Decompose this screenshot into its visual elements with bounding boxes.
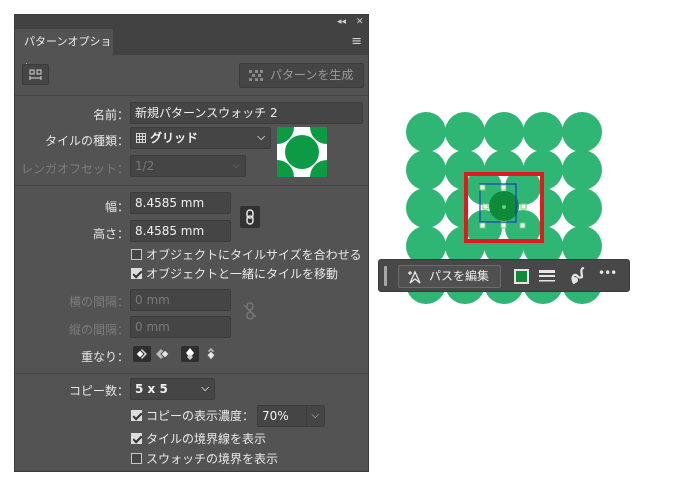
tile-type-label: タイルの種類： xyxy=(44,134,129,148)
edit-path-button[interactable]: パスを編集 xyxy=(398,265,501,288)
height-label: 高さ： xyxy=(92,227,129,241)
checkbox-box xyxy=(131,453,142,464)
dim-copies-label: コピーの表示濃度： xyxy=(146,409,255,423)
brick-offset-select[interactable]: 1/2 ⌵ xyxy=(130,155,246,177)
name-field[interactable]: 新規パターンスウォッチ 2 xyxy=(130,102,363,124)
copies-label: コピー数： xyxy=(68,384,129,398)
fill-color-swatch[interactable] xyxy=(514,269,529,284)
pattern-tile-center[interactable] xyxy=(466,169,541,246)
edit-path-label: パスを編集 xyxy=(429,269,490,283)
v-spacing-label: 縦の間隔： xyxy=(68,323,129,337)
brick-offset-label: レンガオフセット： xyxy=(20,162,129,176)
divider xyxy=(15,95,368,96)
panel-menu-icon[interactable]: ≡ xyxy=(351,34,362,49)
link-icon xyxy=(246,209,254,225)
overlap-bottom-front-button[interactable] xyxy=(202,346,220,362)
divider xyxy=(15,373,368,374)
more-options-icon[interactable]: ••• xyxy=(598,266,617,280)
generate-pattern-icon xyxy=(249,70,263,81)
chevron-down-icon: ⌵ xyxy=(232,160,240,171)
tab-pattern-options[interactable]: パターンオプション xyxy=(15,29,113,74)
link-proportions-button[interactable] xyxy=(240,206,260,228)
checkbox-box xyxy=(131,433,142,444)
name-label: 名前： xyxy=(92,108,129,122)
stroke-weight-icon[interactable] xyxy=(539,269,555,286)
panel-tabbar: パターンオプション ≡ xyxy=(15,29,368,74)
overlap-right-icon xyxy=(156,349,170,359)
overlap-top-front-button[interactable] xyxy=(181,346,199,362)
generate-pattern-button[interactable]: パターンを生成 xyxy=(239,63,364,88)
chevron-down-icon: ⌵ xyxy=(257,132,265,143)
pattern-options-panel: ◂◂ ✕ パターンオプション ≡ パターンを生成 名前： 新規パターンスウォッチ… xyxy=(14,14,369,472)
h-spacing-field[interactable]: 0 mm xyxy=(130,289,231,311)
overlap-label: 重なり： xyxy=(80,350,129,364)
checkbox-box xyxy=(131,410,142,421)
fit-tile-checkbox[interactable]: オブジェクトにタイルサイズを合わせる xyxy=(131,248,362,262)
width-field[interactable]: 8.4585 mm xyxy=(130,192,231,214)
chevron-down-icon: ⌵ xyxy=(201,383,209,394)
divider xyxy=(15,185,368,186)
move-tile-label: オブジェクトと一緒にタイルを移動 xyxy=(146,267,339,281)
dim-copies-value: 70% xyxy=(262,409,289,423)
fit-tile-label: オブジェクトにタイルサイズを合わせる xyxy=(146,248,362,262)
pattern-tile-tool-button[interactable] xyxy=(22,64,49,85)
drag-handle[interactable] xyxy=(384,266,387,286)
overlap-right-front-button[interactable] xyxy=(154,346,172,362)
show-tile-edge-label: タイルの境界線を表示 xyxy=(146,432,267,446)
overlap-left-front-button[interactable] xyxy=(133,346,151,362)
checkbox-box xyxy=(131,268,142,279)
show-swatch-bounds-checkbox[interactable]: スウォッチの境界を表示 xyxy=(131,452,278,466)
v-spacing-field[interactable]: 0 mm xyxy=(130,316,231,338)
copies-select[interactable]: 5 x 5 ⌵ xyxy=(130,378,215,400)
tile-type-value: グリッド xyxy=(150,131,199,145)
grid-icon xyxy=(136,133,146,143)
overlap-left-icon xyxy=(135,349,147,359)
dim-copies-checkbox[interactable]: コピーの表示濃度： xyxy=(131,409,254,423)
collapse-icon[interactable]: ◂◂ xyxy=(337,15,346,29)
tile-preview xyxy=(277,127,327,177)
dim-copies-select[interactable]: 70% ⌵ xyxy=(257,405,325,427)
panel-titlebar: ◂◂ ✕ xyxy=(15,15,368,29)
chevron-down-icon: ⌵ xyxy=(306,406,319,426)
pen-icon xyxy=(408,270,421,284)
brick-offset-value: 1/2 xyxy=(135,159,155,173)
h-spacing-label: 横の間隔： xyxy=(68,295,129,309)
generate-pattern-label: パターンを生成 xyxy=(270,68,354,82)
pattern-tile-tool-icon xyxy=(29,69,42,80)
tile-type-select[interactable]: グリッド ⌵ xyxy=(130,127,271,149)
contextual-task-bar: パスを編集 ••• xyxy=(378,259,630,292)
checkbox-box xyxy=(131,249,142,260)
overlap-bottom-icon xyxy=(206,348,216,361)
unlink-icon xyxy=(243,302,257,323)
close-icon[interactable]: ✕ xyxy=(356,15,364,29)
move-tile-checkbox[interactable]: オブジェクトと一緒にタイルを移動 xyxy=(131,267,338,281)
copies-value: 5 x 5 xyxy=(135,382,168,396)
show-swatch-bounds-label: スウォッチの境界を表示 xyxy=(146,452,279,466)
overlap-top-icon xyxy=(186,348,194,360)
width-label: 幅： xyxy=(104,200,129,214)
show-tile-edge-checkbox[interactable]: タイルの境界線を表示 xyxy=(131,432,266,446)
height-field[interactable]: 8.4585 mm xyxy=(130,220,231,242)
recolor-icon[interactable] xyxy=(570,266,586,288)
